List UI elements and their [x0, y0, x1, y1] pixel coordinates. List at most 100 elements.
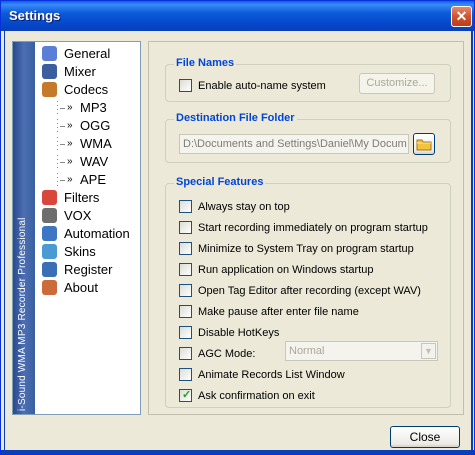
- sidebar-item-label: WMA: [80, 136, 112, 151]
- tree-connector: [57, 145, 58, 146]
- sidebar-item-label: VOX: [64, 208, 92, 223]
- vox-icon: [42, 208, 57, 223]
- agc-mode-value: Normal: [289, 345, 325, 357]
- option-checkbox[interactable]: [179, 242, 192, 255]
- special-features-group: Special Features Always stay on top Start…: [165, 176, 451, 408]
- tree-connector: [57, 123, 58, 124]
- destination-path-field[interactable]: D:\Documents and Settings\Daniel\My Docu…: [179, 134, 409, 154]
- tree-connector: [57, 131, 58, 132]
- option-checkbox[interactable]: [179, 347, 192, 360]
- auto-name-checkbox[interactable]: [179, 79, 192, 92]
- option-checkbox[interactable]: [179, 326, 192, 339]
- settings-window: Settings ✕ i-Sound WMA MP3 Recorder Prof…: [0, 0, 475, 455]
- option-checkbox[interactable]: [179, 221, 192, 234]
- window-frame-left: [4, 31, 5, 451]
- codecs-icon: [42, 82, 57, 97]
- option-label: Minimize to System Tray on program start…: [198, 243, 414, 255]
- tree-connector: [57, 185, 58, 186]
- tree-connector: [57, 163, 58, 164]
- skins-icon: [42, 244, 57, 259]
- tree-connector: [57, 137, 58, 138]
- tree-connector: [57, 155, 58, 156]
- window-title: Settings: [9, 8, 61, 23]
- filters-icon: [42, 190, 57, 205]
- option-checkbox[interactable]: [179, 200, 192, 213]
- file-names-group: File Names Enable auto-name system Custo…: [165, 57, 451, 102]
- about-icon: [42, 280, 57, 295]
- option-label: AGC Mode:: [198, 348, 256, 360]
- customize-button[interactable]: Customize...: [359, 73, 435, 94]
- tree-connector: [57, 119, 58, 120]
- option-label: Animate Records List Window: [198, 369, 345, 381]
- tree-connector: [60, 108, 65, 109]
- settings-panel: File Names Enable auto-name system Custo…: [148, 41, 464, 415]
- tree-connector: [60, 162, 65, 163]
- option-checkbox[interactable]: ✓: [179, 389, 192, 402]
- sidebar-item-label: APE: [80, 172, 107, 187]
- option-checkbox[interactable]: [179, 284, 192, 297]
- window-frame-right: [471, 31, 473, 451]
- title-bar[interactable]: Settings ✕: [1, 1, 474, 31]
- product-name: i-Sound WMA MP3 Recorder Professional: [17, 217, 28, 411]
- register-icon: [42, 262, 57, 277]
- browse-folder-button[interactable]: [413, 133, 435, 155]
- gear-icon: [42, 46, 57, 61]
- tree-connector: [57, 141, 58, 142]
- tree-connector: [57, 105, 58, 106]
- sidebar-item-label: About: [64, 280, 98, 295]
- option-label: Open Tag Editor after recording (except …: [198, 285, 421, 297]
- tree-connector: [57, 149, 58, 150]
- sidebar-item-label: OGG: [80, 118, 111, 133]
- agc-mode-select[interactable]: Normal ▼: [285, 341, 438, 361]
- sidebar-item-label: Mixer: [64, 64, 96, 79]
- sidebar-item-label: Register: [64, 262, 113, 277]
- tree-connector: [57, 167, 58, 168]
- sidebar-item-label: Skins: [64, 244, 96, 259]
- arrow-icon: »: [67, 102, 73, 113]
- tree-connector: [57, 177, 58, 178]
- tree-connector: [57, 127, 58, 128]
- tree-connector: [57, 159, 58, 160]
- option-label: Make pause after enter file name: [198, 306, 359, 318]
- chevron-down-icon[interactable]: ▼: [421, 343, 436, 359]
- arrow-icon: »: [67, 120, 73, 131]
- folder-icon: [416, 139, 432, 151]
- sidebar-item-label: Automation: [64, 226, 130, 241]
- option-checkbox[interactable]: [179, 368, 192, 381]
- tree-connector: [57, 181, 58, 182]
- settings-nav: i-Sound WMA MP3 Recorder Professional Ge…: [12, 41, 141, 415]
- destination-folder-group: Destination File Folder D:\Documents and…: [165, 112, 451, 163]
- option-label: Always stay on top: [198, 201, 290, 213]
- option-label: Run application on Windows startup: [198, 264, 374, 276]
- tree-connector: [60, 180, 65, 181]
- option-label: Start recording immediately on program s…: [198, 222, 428, 234]
- close-button[interactable]: Close: [390, 426, 460, 448]
- tree-connector: [57, 109, 58, 110]
- window-close-button[interactable]: ✕: [451, 6, 472, 27]
- sidebar-item-label: MP3: [80, 100, 107, 115]
- tree-connector: [60, 126, 65, 127]
- arrow-icon: »: [67, 138, 73, 149]
- option-checkbox[interactable]: [179, 263, 192, 276]
- arrow-icon: »: [67, 156, 73, 167]
- special-features-title: Special Features: [174, 176, 266, 188]
- window-frame-bottom: [1, 450, 474, 454]
- destination-folder-title: Destination File Folder: [174, 112, 297, 124]
- product-banner: i-Sound WMA MP3 Recorder Professional: [13, 42, 35, 414]
- option-label: Ask confirmation on exit: [198, 390, 315, 402]
- option-label: Disable HotKeys: [198, 327, 280, 339]
- sidebar-item-label: Filters: [64, 190, 100, 205]
- auto-name-label: Enable auto-name system: [198, 80, 326, 92]
- tree-connector: [60, 144, 65, 145]
- tree-connector: [57, 101, 58, 102]
- sidebar-item-label: Codecs: [64, 82, 109, 97]
- sidebar-item-label: WAV: [80, 154, 109, 169]
- info-icon: [42, 64, 57, 79]
- option-checkbox[interactable]: [179, 305, 192, 318]
- arrow-icon: »: [67, 174, 73, 185]
- file-names-title: File Names: [174, 57, 237, 69]
- sidebar-item-label: General: [64, 46, 111, 61]
- automation-icon: [42, 226, 57, 241]
- tree-connector: [57, 113, 58, 114]
- tree-connector: [57, 173, 58, 174]
